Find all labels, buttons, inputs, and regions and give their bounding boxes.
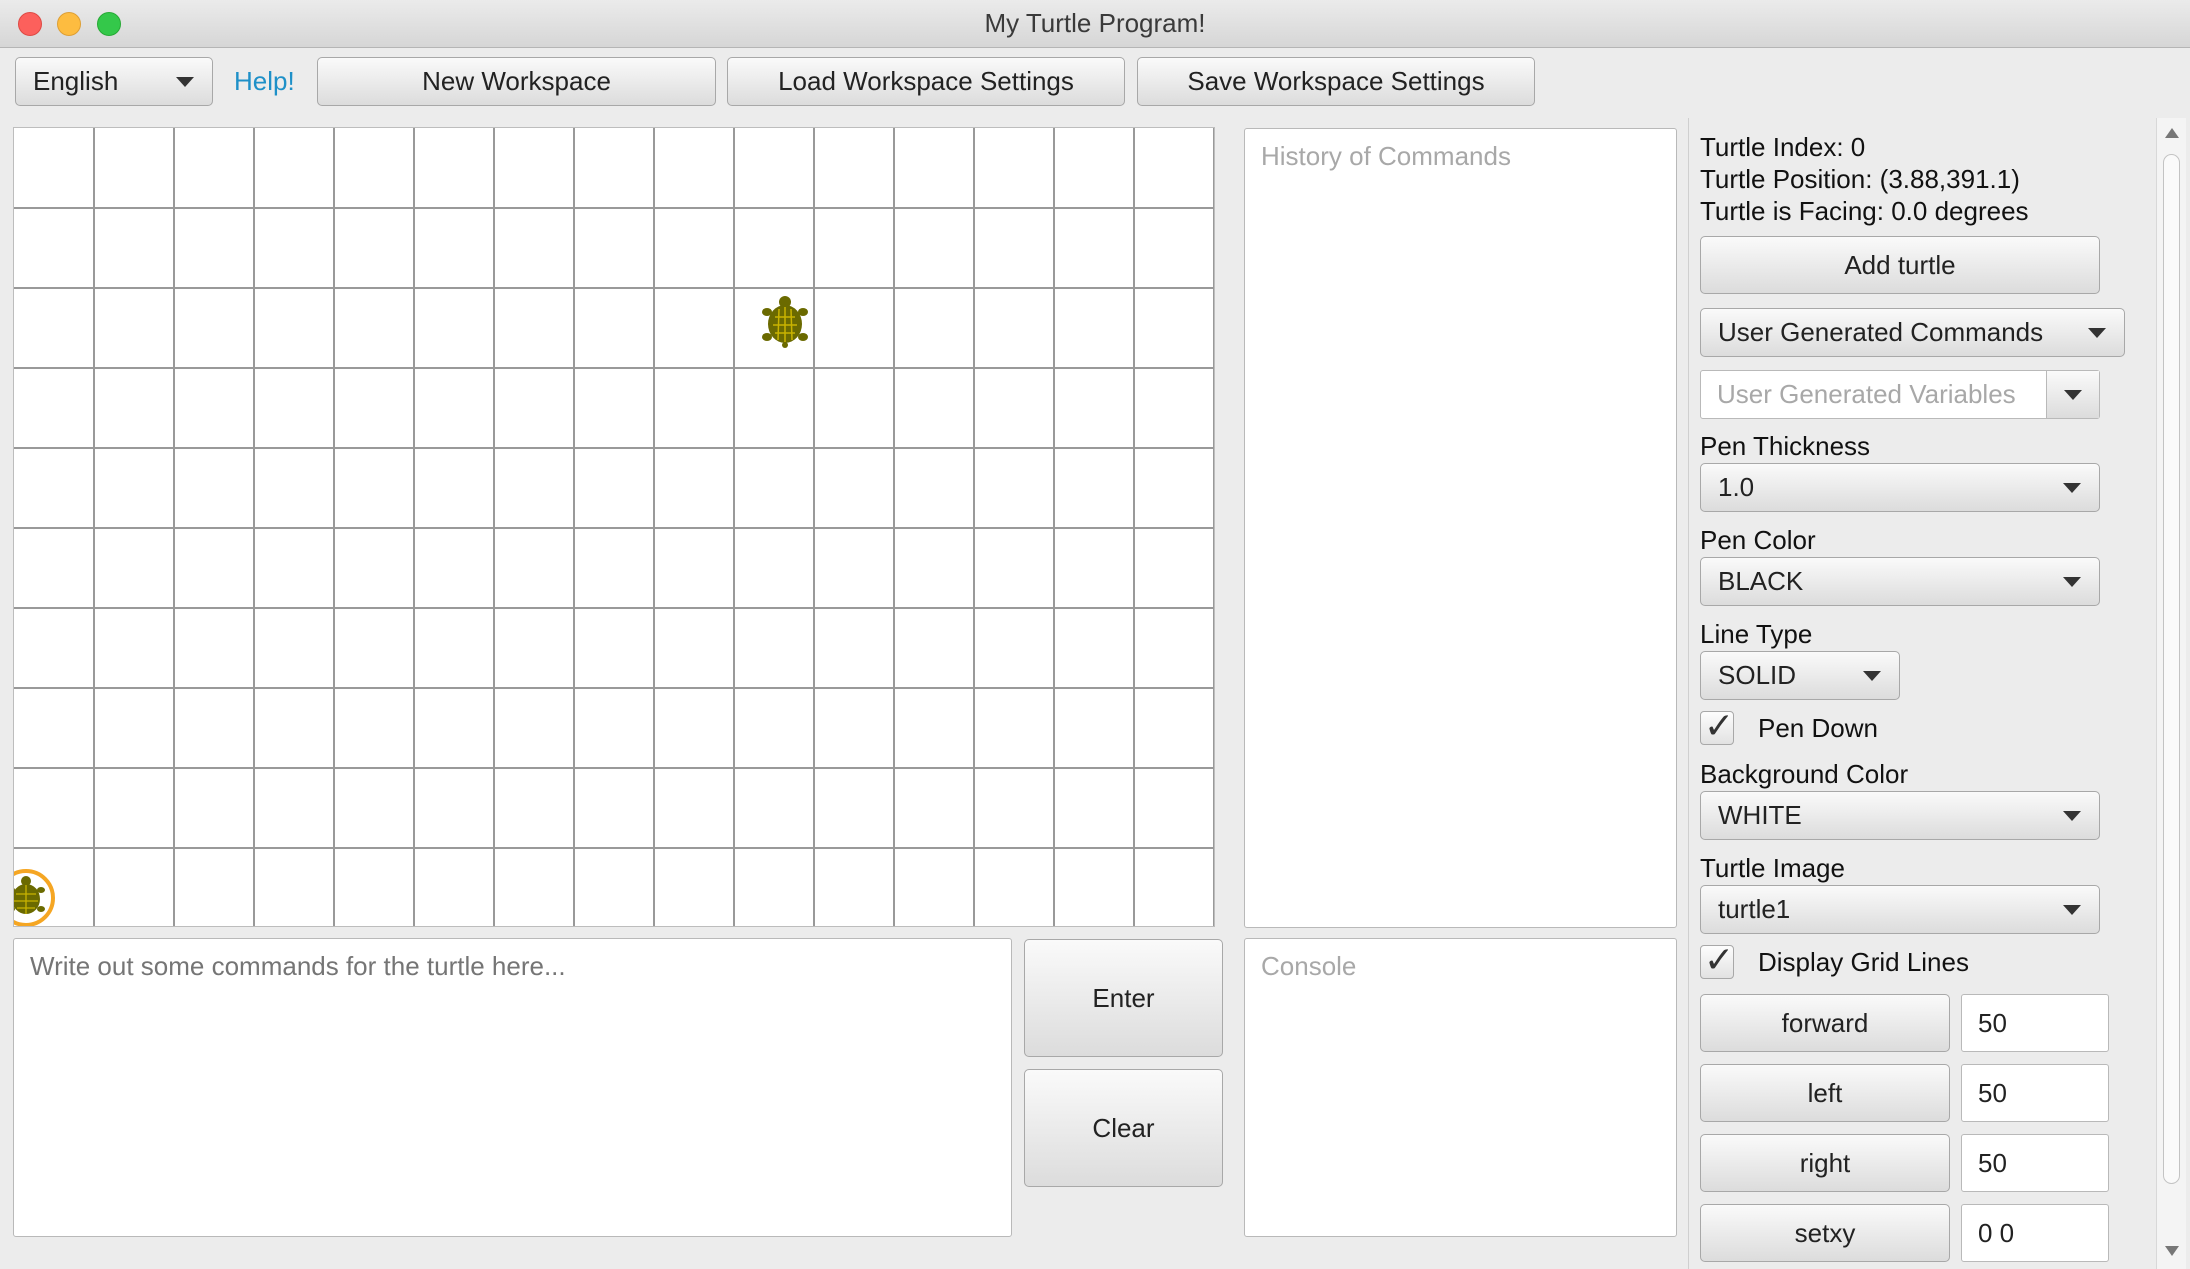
user-variables-combo[interactable]: User Generated Variables bbox=[1700, 370, 2100, 419]
console-placeholder: Console bbox=[1261, 951, 1357, 981]
setxy-input[interactable] bbox=[1961, 1204, 2109, 1262]
grid-lines bbox=[14, 128, 1214, 926]
turtle-canvas[interactable] bbox=[13, 127, 1215, 927]
user-commands-value: User Generated Commands bbox=[1718, 317, 2044, 347]
load-workspace-settings-button[interactable]: Load Workspace Settings bbox=[727, 57, 1125, 106]
background-color-label: Background Color bbox=[1700, 759, 1909, 789]
line-type-label: Line Type bbox=[1700, 619, 1813, 649]
background-color-dropdown[interactable]: WHITE bbox=[1700, 791, 2100, 840]
line-type-value: SOLID bbox=[1718, 660, 1797, 690]
pen-color-value: BLACK bbox=[1718, 566, 1804, 596]
forward-amount-input[interactable] bbox=[1961, 994, 2109, 1052]
turtle-image-label: Turtle Image bbox=[1700, 853, 1845, 883]
pen-color-dropdown[interactable]: BLACK bbox=[1700, 557, 2100, 606]
background-color-value: WHITE bbox=[1718, 800, 1802, 830]
turtle-image-value: turtle1 bbox=[1718, 894, 1791, 924]
turtle-icon bbox=[762, 296, 808, 348]
left-amount-input[interactable] bbox=[1961, 1064, 2109, 1122]
clear-button[interactable]: Clear bbox=[1024, 1069, 1223, 1187]
pen-thickness-label: Pen Thickness bbox=[1700, 431, 1871, 461]
history-panel[interactable]: History of Commands bbox=[1244, 128, 1677, 928]
checkmark-icon: ✓ bbox=[1704, 705, 1735, 746]
turtle-facing: Turtle is Facing: 0.0 degrees bbox=[1700, 196, 2029, 226]
save-workspace-settings-button[interactable]: Save Workspace Settings bbox=[1137, 57, 1535, 106]
turtle-index: Turtle Index: 0 bbox=[1700, 132, 1866, 162]
scroll-up-icon[interactable] bbox=[2165, 128, 2179, 138]
pen-down-checkbox[interactable]: ✓ bbox=[1700, 706, 1734, 746]
language-value: English bbox=[33, 66, 119, 96]
turtle-position: Turtle Position: (3.88,391.1) bbox=[1700, 164, 2020, 194]
help-link[interactable]: Help! bbox=[234, 66, 295, 97]
add-turtle-button[interactable]: Add turtle bbox=[1700, 236, 2100, 294]
pen-color-label: Pen Color bbox=[1700, 525, 1816, 555]
grid-lines-label: Display Grid Lines bbox=[1758, 947, 1969, 977]
line-type-dropdown[interactable]: SOLID bbox=[1700, 651, 1900, 700]
chevron-down-icon bbox=[2063, 810, 2081, 821]
history-placeholder: History of Commands bbox=[1261, 141, 1511, 171]
console-panel[interactable]: Console bbox=[1244, 938, 1677, 1237]
forward-button[interactable]: forward bbox=[1700, 994, 1950, 1052]
language-dropdown[interactable]: English bbox=[15, 57, 213, 106]
chevron-down-icon bbox=[1863, 670, 1881, 681]
user-variables-dropdown-button[interactable] bbox=[2046, 371, 2099, 418]
grid-lines-checkbox[interactable]: ✓ bbox=[1700, 940, 1734, 980]
chevron-down-icon bbox=[2063, 482, 2081, 493]
turtle-image-dropdown[interactable]: turtle1 bbox=[1700, 885, 2100, 934]
chevron-down-icon bbox=[2063, 904, 2081, 915]
checkmark-icon: ✓ bbox=[1704, 939, 1735, 980]
chevron-down-icon bbox=[176, 76, 194, 87]
left-button[interactable]: left bbox=[1700, 1064, 1950, 1122]
panel-scrollbar[interactable] bbox=[2156, 118, 2186, 1269]
chevron-down-icon bbox=[2088, 327, 2106, 338]
user-variables-placeholder: User Generated Variables bbox=[1717, 379, 2016, 409]
selected-turtle-icon[interactable] bbox=[13, 868, 56, 927]
pen-down-label: Pen Down bbox=[1758, 713, 1878, 743]
pen-thickness-value: 1.0 bbox=[1718, 472, 1755, 502]
scrollbar-thumb[interactable] bbox=[2163, 154, 2180, 1184]
new-workspace-button[interactable]: New Workspace bbox=[317, 57, 716, 106]
user-commands-dropdown[interactable]: User Generated Commands bbox=[1700, 308, 2125, 357]
chevron-down-icon bbox=[2063, 576, 2081, 587]
window-title: My Turtle Program! bbox=[984, 8, 1206, 38]
setxy-button[interactable]: setxy bbox=[1700, 1204, 1950, 1262]
scroll-down-icon[interactable] bbox=[2165, 1246, 2179, 1256]
command-input[interactable] bbox=[13, 938, 1012, 1237]
right-amount-input[interactable] bbox=[1961, 1134, 2109, 1192]
chevron-down-icon bbox=[2064, 389, 2082, 400]
right-button[interactable]: right bbox=[1700, 1134, 1950, 1192]
title-bar: My Turtle Program! bbox=[0, 0, 2190, 48]
pen-thickness-dropdown[interactable]: 1.0 bbox=[1700, 463, 2100, 512]
enter-button[interactable]: Enter bbox=[1024, 939, 1223, 1057]
